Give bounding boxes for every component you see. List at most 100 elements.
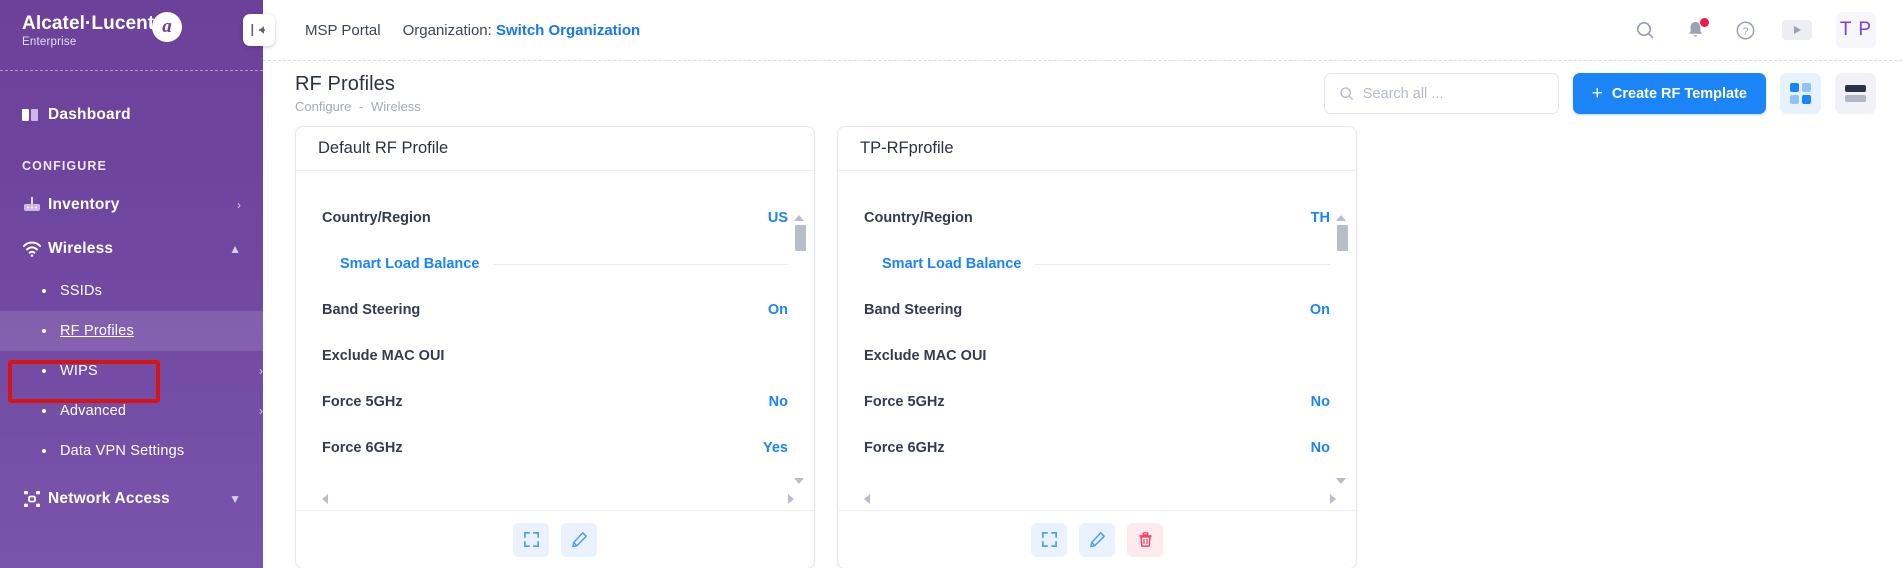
breadcrumb-separator: - (359, 99, 364, 114)
sidebar: Alcatel·Lucent Enterprise a Dashboard CO… (0, 0, 263, 568)
search-box[interactable] (1323, 73, 1559, 114)
horizontal-scrollbar[interactable] (322, 492, 794, 506)
smart-load-balance-link[interactable]: Smart Load Balance (322, 256, 479, 272)
card-title: TP-RFprofile (860, 139, 954, 157)
row-value: US (767, 210, 788, 226)
sidebar-item-label: Data VPN Settings (60, 443, 185, 459)
scroll-right-arrow[interactable] (788, 494, 794, 504)
table-row: Exclude MAC OUI (864, 333, 1330, 379)
sidebar-item-label: RF Profiles (60, 323, 134, 339)
sidebar-item-label: Inventory (48, 196, 120, 213)
scroll-left-arrow[interactable] (322, 494, 328, 504)
page-header: RF Profiles Configure - Wireless + (263, 61, 1902, 126)
sidebar-collapse-button[interactable] (243, 14, 275, 46)
vertical-scrollbar-thumb[interactable] (795, 225, 806, 251)
card-header: Default RF Profile (296, 127, 814, 171)
card-body: Country/Region US Smart Load Balance Ban… (296, 171, 814, 510)
sidebar-item-network-access[interactable]: Network Access ▼ (0, 477, 263, 521)
vertical-scrollbar-thumb[interactable] (1337, 225, 1348, 251)
edit-icon[interactable] (1079, 522, 1115, 557)
scroll-up-arrow[interactable] (1336, 215, 1346, 221)
edit-icon[interactable] (561, 522, 597, 557)
row-label: Force 5GHz (864, 394, 945, 410)
row-label: Band Steering (864, 302, 963, 318)
notification-badge (1699, 17, 1710, 28)
organization-group: Organization: Switch Organization (403, 22, 641, 39)
smart-load-balance-link[interactable]: Smart Load Balance (864, 256, 1021, 272)
sidebar-item-inventory[interactable]: Inventory › (0, 183, 263, 227)
sidebar-item-label: SSIDs (60, 283, 103, 299)
table-row: Country/Region US (322, 195, 788, 241)
brand-logo-glyph: a (162, 15, 172, 37)
create-rf-template-label: Create RF Template (1611, 85, 1747, 102)
avatar[interactable]: T P (1836, 12, 1876, 48)
sidebar-item-ssids[interactable]: SSIDs (0, 271, 263, 311)
breadcrumb-item-wireless[interactable]: Wireless (371, 99, 421, 114)
bullet-icon (42, 329, 46, 333)
scroll-right-arrow[interactable] (1330, 494, 1336, 504)
table-row: Band Steering On (322, 287, 788, 333)
scroll-down-arrow[interactable] (1336, 478, 1346, 484)
row-rule (493, 263, 788, 265)
switch-organization-link[interactable]: Switch Organization (496, 22, 640, 39)
sidebar-item-rf-profiles[interactable]: RF Profiles (0, 311, 263, 351)
play-icon[interactable] (1782, 20, 1812, 40)
table-row: Force 5GHz No (864, 379, 1330, 425)
rf-profile-card: TP-RFprofile Country/Region TH Smart Loa… (837, 126, 1357, 568)
create-rf-template-button[interactable]: + Create RF Template (1572, 73, 1766, 114)
row-value: No (768, 394, 788, 410)
sidebar-item-data-vpn-settings[interactable]: Data VPN Settings (0, 431, 263, 471)
scroll-up-arrow[interactable] (794, 215, 804, 221)
organization-label: Organization: (402, 21, 492, 39)
table-row: Force 6GHz Yes (322, 425, 788, 471)
bell-icon[interactable] (1682, 17, 1710, 43)
chevron-right-icon: › (259, 404, 263, 418)
breadcrumb-item-configure[interactable]: Configure (295, 99, 351, 114)
sidebar-item-label: WIPS (60, 363, 98, 379)
expand-icon[interactable] (513, 522, 549, 557)
list-view-toggle[interactable] (1835, 73, 1876, 114)
delete-icon[interactable] (1127, 522, 1163, 557)
row-label: Force 6GHz (864, 440, 945, 456)
rf-profile-card: Default RF Profile Country/Region US Sma… (295, 126, 815, 568)
row-rule (1035, 263, 1330, 265)
row-label: Force 6GHz (322, 440, 403, 456)
row-value: No (1310, 440, 1330, 456)
table-row: Country/Region TH (864, 195, 1330, 241)
row-label: Exclude MAC OUI (864, 348, 987, 364)
top-bar: MSP Portal Organization: Switch Organiza… (243, 0, 1902, 60)
card-actions (296, 510, 814, 568)
wifi-icon (22, 241, 48, 257)
sidebar-item-label: Dashboard (48, 106, 131, 123)
dashboard-icon (22, 107, 48, 123)
main-area: MSP Portal Organization: Switch Organiza… (243, 0, 1902, 568)
msp-portal-label[interactable]: MSP Portal (305, 22, 381, 39)
scroll-down-arrow[interactable] (794, 478, 804, 484)
horizontal-scrollbar[interactable] (864, 492, 1336, 506)
sidebar-item-wireless[interactable]: Wireless ▲ (0, 227, 263, 271)
row-label: Country/Region (322, 210, 431, 226)
row-label: Band Steering (322, 302, 421, 318)
table-row: Smart Load Balance (322, 241, 788, 287)
bullet-icon (42, 449, 46, 453)
row-value: On (1309, 302, 1330, 318)
row-value: No (1310, 394, 1330, 410)
app-root: Alcatel·Lucent Enterprise a Dashboard CO… (0, 0, 1902, 568)
grid-view-toggle[interactable] (1780, 73, 1821, 114)
chevron-up-icon: ▲ (229, 242, 241, 256)
help-icon[interactable]: ? (1732, 17, 1758, 43)
sidebar-item-dashboard[interactable]: Dashboard (0, 93, 263, 137)
search-icon[interactable] (1632, 17, 1658, 43)
expand-icon[interactable] (1031, 522, 1067, 557)
collapse-left-icon (251, 24, 265, 36)
sidebar-item-wips[interactable]: WIPS › (0, 351, 263, 391)
brand-name: Alcatel·Lucent (22, 13, 155, 34)
grid-view-icon (1790, 83, 1811, 104)
card-body: Country/Region TH Smart Load Balance Ban… (838, 171, 1356, 510)
alcatel-logo-icon: a (152, 12, 182, 42)
scroll-left-arrow[interactable] (864, 494, 870, 504)
search-input[interactable] (1362, 85, 1544, 102)
sidebar-item-advanced[interactable]: Advanced › (0, 391, 263, 431)
sidebar-item-label: Advanced (60, 403, 127, 419)
router-icon (22, 197, 48, 213)
